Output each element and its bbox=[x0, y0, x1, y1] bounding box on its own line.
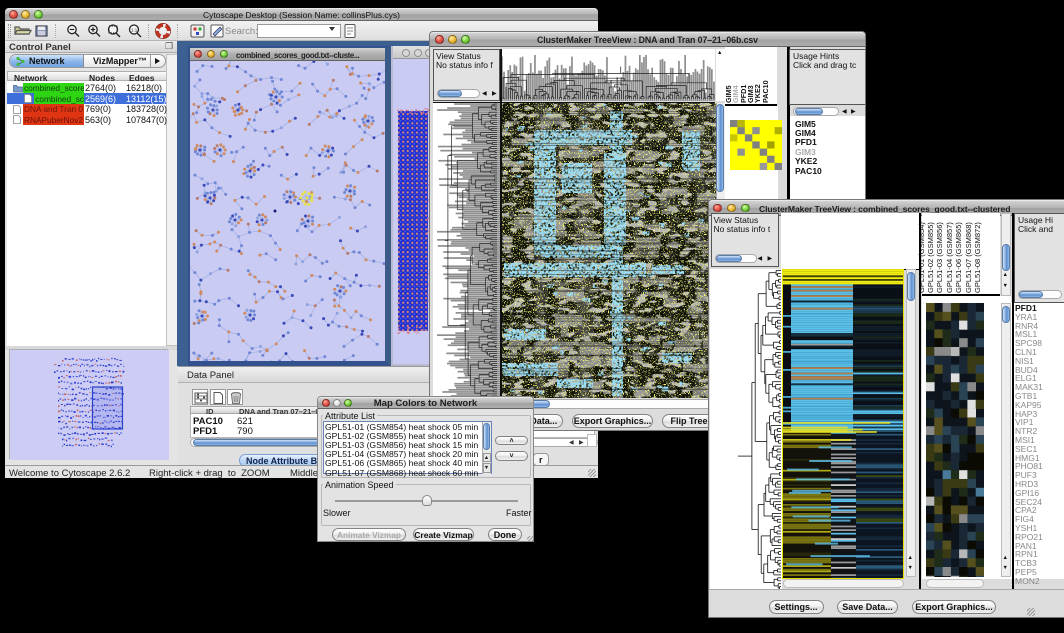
svg-text:1:1: 1:1 bbox=[131, 28, 138, 33]
